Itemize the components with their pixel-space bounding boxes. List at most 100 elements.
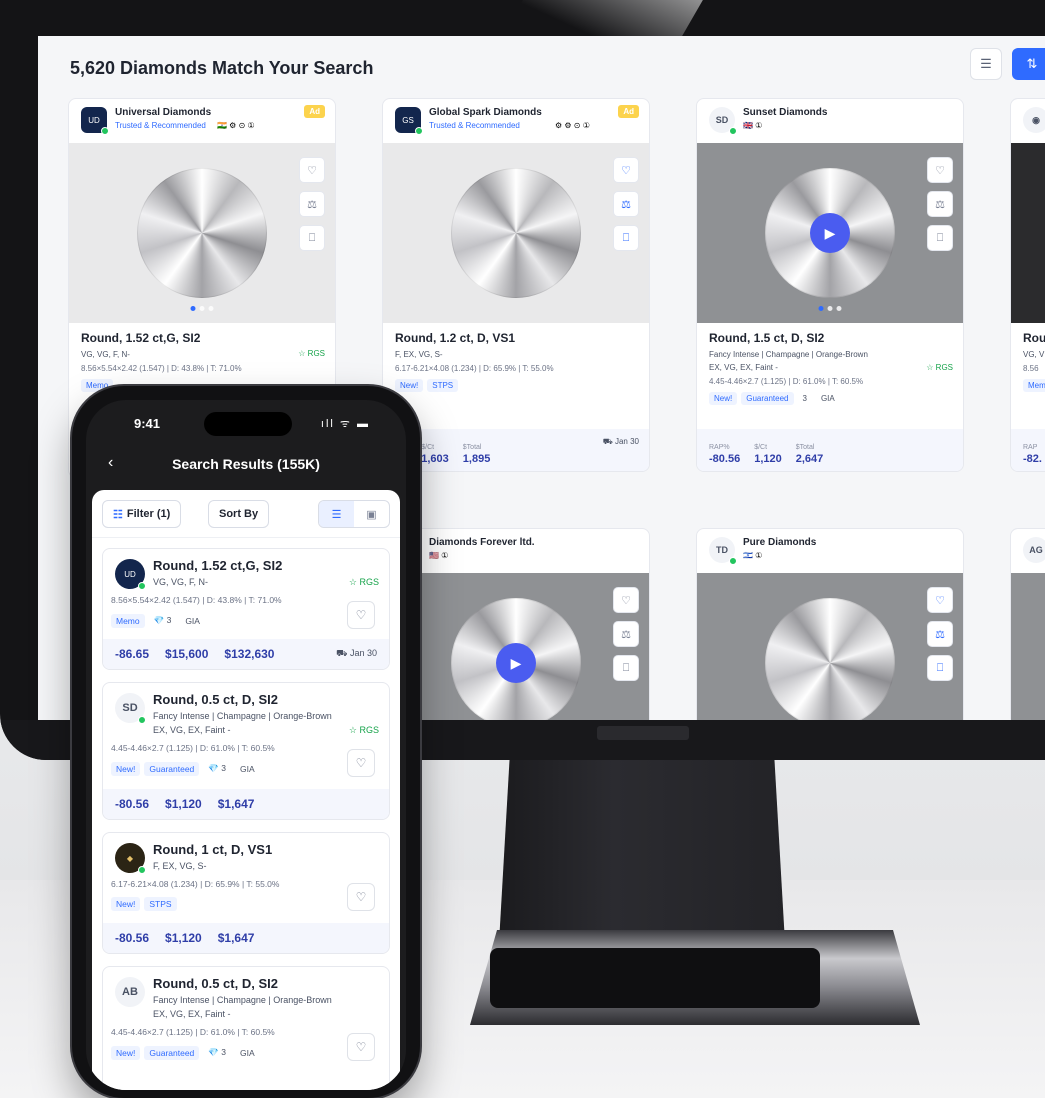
heart-icon[interactable]: ♡ — [347, 601, 375, 629]
rap-value: -82. — [1023, 453, 1042, 465]
price-row: RAP% -80.56 $/Ct 1,120 $Total 2,647 — [697, 429, 963, 471]
guaranteed-tag: Guaranteed — [144, 761, 200, 776]
rgs-badge: ☆ RGS — [926, 363, 953, 372]
bookmark-icon[interactable]: ⎕ — [927, 655, 953, 681]
vendor-logo: GS — [395, 107, 423, 135]
rgs-badge: ☆ RGS — [298, 349, 325, 358]
grid-icon[interactable]: ▣ — [354, 501, 389, 527]
rap-value: -86.65 — [115, 647, 150, 661]
diamond-measurements: 6.17-6.21×4.08 (1.234) | D: 65.9% | T: 5… — [395, 364, 554, 373]
vendor-flags: 🇮🇱 ① — [743, 551, 763, 560]
diamond-measurements: 8.56 — [1023, 364, 1039, 373]
heart-icon[interactable]: ♡ — [927, 587, 953, 613]
diamond-grade-2: EX, VG, EX, Faint - — [709, 363, 778, 372]
results-list[interactable]: ☷ Filter (1) Sort By ☰ ▣ UD Round, 1.52 … — [92, 490, 400, 1090]
diamond-photo[interactable]: ▶ ♡ ⚖ ⎕ — [383, 573, 649, 720]
compare-icon[interactable]: ⚖ — [613, 191, 639, 217]
ad-badge: Ad — [304, 105, 325, 118]
diamond-card[interactable]: DF Diamonds Forever ltd. 🇺🇸 ① ▶ ♡ ⚖ ⎕ — [382, 528, 650, 720]
heart-icon[interactable]: ♡ — [613, 157, 639, 183]
diamond-photo[interactable]: ♡ ⚖ ⎕ — [697, 573, 963, 720]
total-price: 1,895 — [462, 453, 491, 465]
diamond-card[interactable]: SD Sunset Diamonds 🇬🇧 ① ▶ ♡ ⚖ ⎕ Round, 1… — [696, 98, 964, 472]
list-item[interactable]: UD Round, 1.52 ct,G, SI2 VG, VG, F, N- ☆… — [102, 548, 390, 670]
diamond-photo[interactable]: ▶ ♡ ⚖ ⎕ — [697, 143, 963, 323]
monitor-stand-shadow — [490, 948, 820, 1008]
stps-tag: STPS — [427, 379, 459, 392]
bookmark-icon[interactable]: ⎕ — [613, 225, 639, 251]
diamond-photo[interactable] — [1011, 573, 1045, 720]
trusted-label: Trusted & Recommended — [429, 121, 520, 130]
list-icon[interactable]: ☰ — [319, 501, 354, 527]
compare-icon[interactable]: ⚖ — [299, 191, 325, 217]
total-price: 2,647 — [795, 453, 824, 465]
vendor-flags: 🇮🇳 ⚙ ⊙ ① — [217, 121, 255, 130]
diamond-card[interactable]: AG — [1010, 528, 1045, 720]
diamond-name: Round, 1.5 ct, D, SI2 — [709, 331, 825, 345]
diamond-card[interactable]: ◉ Rou VG, V 8.56 Mem RAP -82. — [1010, 98, 1045, 472]
vendor-name: Diamonds Forever ltd. — [429, 537, 535, 548]
price-row: -80.56 $1,120 $1,647 — [103, 789, 389, 819]
list-item[interactable]: SD Round, 0.5 ct, D, SI2 Fancy Intense |… — [102, 682, 390, 820]
list-icon: ☰ — [980, 56, 992, 71]
count-tag: 3 — [802, 394, 807, 403]
compare-icon[interactable]: ⚖ — [927, 191, 953, 217]
carousel-dots[interactable] — [818, 306, 842, 311]
list-view-button[interactable]: ☰ — [970, 48, 1002, 80]
diamond-card[interactable]: GS Global Spark Diamonds Trusted & Recom… — [382, 98, 650, 472]
new-tag: New! — [111, 1045, 141, 1060]
trusted-label: Trusted & Recommended — [115, 121, 206, 130]
vendor-name: Pure Diamonds — [743, 537, 817, 548]
new-tag: New! — [709, 392, 738, 405]
diamond-image — [765, 598, 895, 720]
list-item[interactable]: ◆ Round, 1 ct, D, VS1 F, EX, VG, S- 6.17… — [102, 832, 390, 954]
vendor-logo: UD — [115, 559, 146, 590]
play-icon[interactable]: ▶ — [496, 643, 536, 683]
heart-icon[interactable]: ♡ — [347, 883, 375, 911]
nav-bar: ‹ Search Results (155K) — [86, 448, 406, 484]
filter-button[interactable]: ☷ Filter (1) — [102, 500, 182, 528]
vendor-name: Sunset Diamonds — [743, 107, 828, 118]
diamond-photo[interactable] — [1011, 143, 1045, 323]
sort-button[interactable]: ⇅ — [1012, 48, 1045, 80]
diamond-grade: VG, VG, F, N- — [81, 350, 130, 359]
total-price: $1,647 — [217, 797, 255, 811]
rap-value: -80.56 — [115, 931, 150, 945]
heart-icon[interactable]: ♡ — [613, 587, 639, 613]
bookmark-icon[interactable]: ⎕ — [613, 655, 639, 681]
diamond-grade: Fancy Intense | Champagne | Orange-Brown — [709, 350, 868, 359]
sort-button[interactable]: Sort By — [208, 500, 270, 528]
heart-icon[interactable]: ♡ — [927, 157, 953, 183]
heart-icon[interactable]: ♡ — [347, 749, 375, 777]
diamond-grade-2: EX, VG, EX, Faint - — [153, 1009, 231, 1019]
list-item[interactable]: AB Round, 0.5 ct, D, SI2 Fancy Intense |… — [102, 966, 390, 1090]
sort-label: Sort By — [219, 508, 259, 520]
results-title: 5,620 Diamonds Match Your Search — [70, 58, 374, 78]
new-tag: New! — [395, 379, 424, 392]
diamond-card[interactable]: TD Pure Diamonds 🇮🇱 ① ♡ ⚖ ⎕ — [696, 528, 964, 720]
vendor-name: Global Spark Diamonds — [429, 107, 542, 118]
play-icon[interactable]: ▶ — [810, 213, 850, 253]
vendor-logo: ◆ — [115, 843, 146, 874]
diamond-name: Rou — [1023, 331, 1045, 345]
price-per-ct: $1,120 — [165, 797, 202, 811]
heart-icon[interactable]: ♡ — [299, 157, 325, 183]
compare-icon[interactable]: ⚖ — [927, 621, 953, 647]
heart-icon[interactable]: ♡ — [347, 1033, 375, 1061]
carousel-dots[interactable] — [190, 306, 214, 311]
compare-icon[interactable]: ⚖ — [613, 621, 639, 647]
count-tag: 💎 3 — [208, 1047, 226, 1057]
price-per-ct-label: $/Ct — [754, 444, 768, 451]
diamond-measurements: 4.45-4.46×2.7 (1.125) | D: 61.0% | T: 60… — [111, 743, 275, 753]
diamond-photo[interactable]: ♡ ⚖ ⎕ — [383, 143, 649, 323]
filter-icon: ☷ — [113, 508, 123, 521]
stps-tag: STPS — [144, 897, 177, 911]
bookmark-icon[interactable]: ⎕ — [927, 225, 953, 251]
ad-badge: Ad — [618, 105, 639, 118]
vendor-avatar: SD — [115, 693, 146, 724]
diamond-photo[interactable]: ♡ ⚖ ⎕ — [69, 143, 335, 323]
status-time: 9:41 — [134, 416, 161, 431]
view-toggle[interactable]: ☰ ▣ — [318, 500, 390, 528]
bookmark-icon[interactable]: ⎕ — [299, 225, 325, 251]
price-row: RAP -82. — [1011, 429, 1045, 471]
